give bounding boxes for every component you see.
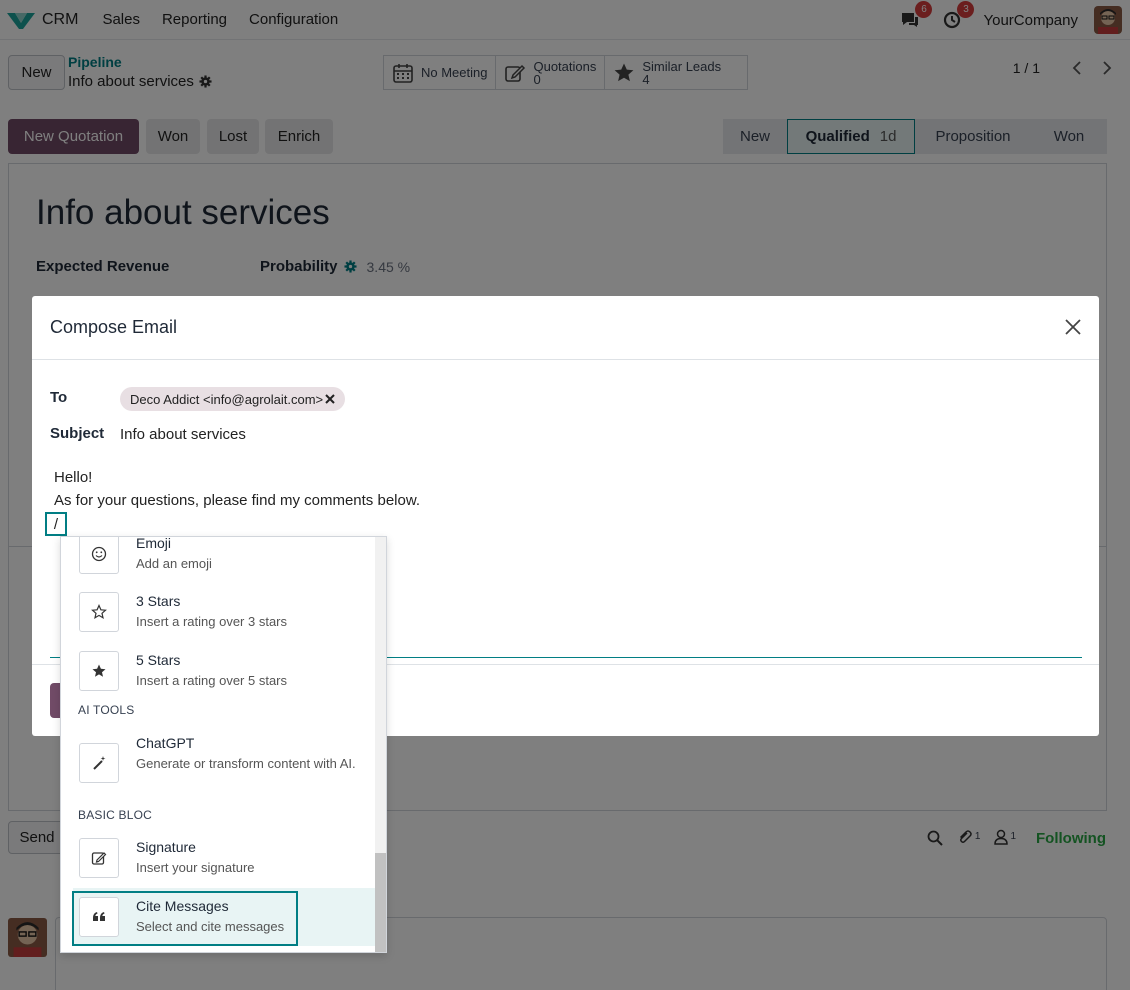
- powerbox-category-ai-tools: AI TOOLS: [78, 703, 135, 717]
- modal-header: Compose Email: [32, 296, 1099, 360]
- powerbox-item-desc: Insert a rating over 5 stars: [136, 672, 288, 688]
- powerbox-item-desc: Insert your signature: [136, 859, 255, 875]
- signature-icon: [79, 838, 119, 878]
- remove-tag-icon[interactable]: [325, 394, 335, 404]
- powerbox-item-chatgpt[interactable]: ChatGPT Generate or transform content wi…: [73, 733, 377, 797]
- body-line-greeting[interactable]: Hello!: [54, 469, 92, 486]
- close-icon[interactable]: [1063, 317, 1083, 337]
- recipient-tag[interactable]: Deco Addict <info@agrolait.com>: [120, 387, 346, 411]
- powerbox-scrollbar-thumb[interactable]: [375, 853, 386, 952]
- powerbox-item-3-stars[interactable]: 3 Stars Insert a rating over 3 stars: [73, 583, 377, 641]
- powerbox-menu: Emoji Add an emoji 3 Stars Insert a rati…: [60, 536, 387, 953]
- powerbox-item-desc: Insert a rating over 3 stars: [136, 613, 288, 629]
- subject-input[interactable]: Info about services: [120, 426, 246, 443]
- powerbox-item-desc: Add an emoji: [136, 555, 212, 571]
- powerbox-scrollbar[interactable]: [375, 537, 386, 952]
- powerbox-item-emoji[interactable]: Emoji Add an emoji: [73, 536, 377, 583]
- powerbox-trigger[interactable]: /: [45, 512, 67, 536]
- recipient-tag-text: Deco Addict <info@agrolait.com>: [130, 391, 324, 407]
- powerbox-item-5-stars[interactable]: 5 Stars Insert a rating over 5 stars: [73, 642, 377, 700]
- modal-title: Compose Email: [50, 317, 178, 337]
- powerbox-category-basic-bloc: BASIC BLOC: [78, 808, 153, 822]
- body-line-comments[interactable]: As for your questions, please find my co…: [54, 492, 420, 509]
- to-label: To: [50, 389, 68, 406]
- star-filled-icon: [79, 651, 119, 691]
- powerbox-item-name: 3 Stars: [136, 592, 181, 609]
- star-outline-icon: [79, 592, 119, 632]
- powerbox-item-signature[interactable]: Signature Insert your signature: [73, 829, 377, 887]
- powerbox-item-name: ChatGPT: [136, 735, 195, 751]
- smile-icon: [79, 537, 119, 574]
- powerbox-item-name: Signature: [136, 838, 196, 855]
- powerbox-item-name: Emoji: [136, 536, 172, 551]
- powerbox-selection-highlight: [72, 891, 298, 946]
- magic-wand-icon: [79, 743, 119, 783]
- powerbox-item-desc: Generate or transform content with AI.: [136, 756, 356, 771]
- subject-label: Subject: [50, 425, 105, 442]
- powerbox-item-name: 5 Stars: [136, 651, 181, 668]
